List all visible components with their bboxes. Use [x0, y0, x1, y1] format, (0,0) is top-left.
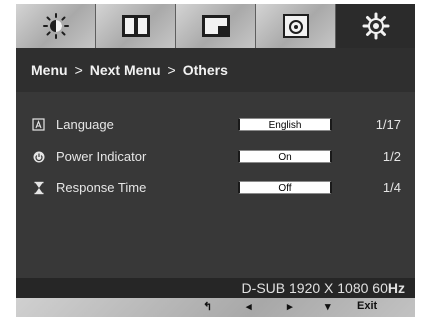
power-indicator-icon	[33, 151, 45, 163]
setting-value-box[interactable]: English	[238, 118, 332, 131]
setting-count: 1/17	[375, 117, 401, 132]
tab-settings[interactable]	[336, 4, 415, 48]
hourglass-icon	[34, 181, 44, 195]
setting-label: Language	[56, 117, 114, 132]
refresh-unit-text: Hz	[387, 280, 405, 296]
breadcrumb-separator: >	[74, 62, 83, 78]
setting-count: 1/4	[382, 180, 401, 195]
back-button[interactable]: ↰	[203, 300, 212, 313]
language-icon	[32, 118, 45, 131]
setting-value-box[interactable]: On	[238, 150, 332, 163]
brightness-icon	[42, 13, 69, 39]
disc-icon	[282, 14, 309, 38]
setting-row-response-time[interactable]: Response Time Off 1/4	[16, 178, 415, 198]
tab-disc[interactable]	[256, 4, 336, 48]
setting-row-language[interactable]: Language English 1/17	[16, 115, 415, 135]
screen-icon	[201, 15, 230, 37]
left-arrow-button[interactable]: ◂	[246, 300, 252, 313]
setting-row-power-indicator[interactable]: Power Indicator On 1/2	[16, 147, 415, 167]
picture-icon	[121, 15, 150, 37]
tab-screen[interactable]	[176, 4, 256, 48]
navigation-bar: ↰ ◂ ▸ ▾ Exit	[16, 298, 415, 317]
breadcrumb-others: Others	[182, 62, 228, 78]
exit-button[interactable]: Exit	[357, 300, 377, 312]
setting-count: 1/2	[382, 149, 401, 164]
settings-gear-icon	[362, 12, 389, 40]
breadcrumb-menu: Menu	[31, 62, 68, 78]
input-mode-text: D-SUB 1920 X 1080 60	[241, 280, 388, 296]
input-status-bar: D-SUB 1920 X 1080 60Hz	[16, 278, 415, 298]
setting-value-box[interactable]: Off	[238, 181, 332, 194]
tab-brightness[interactable]	[16, 4, 96, 48]
breadcrumb-next-menu: Next Menu	[89, 62, 161, 78]
osd-menu: Menu > Next Menu > Others Language Engli…	[16, 4, 415, 317]
tab-picture[interactable]	[96, 4, 176, 48]
setting-label: Power Indicator	[56, 149, 147, 164]
right-arrow-button[interactable]: ▸	[287, 300, 293, 313]
tab-bar	[16, 4, 415, 48]
breadcrumb-separator: >	[167, 62, 176, 78]
settings-panel: Language English 1/17 Power Indicator On…	[16, 92, 415, 278]
setting-label: Response Time	[56, 180, 147, 195]
down-arrow-button[interactable]: ▾	[325, 300, 331, 313]
breadcrumb: Menu > Next Menu > Others	[16, 48, 415, 92]
